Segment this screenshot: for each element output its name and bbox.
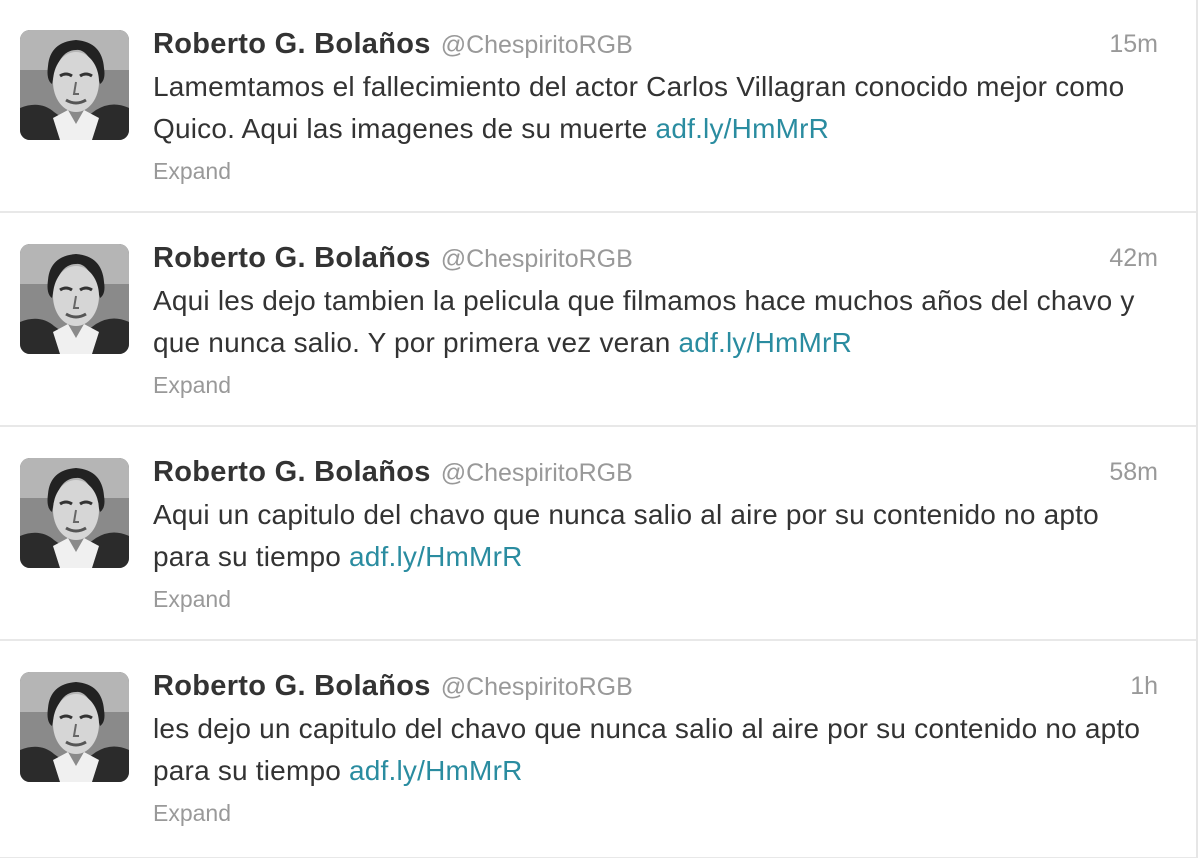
tweet-header: Roberto G. Bolaños @ChespiritoRGB bbox=[153, 666, 633, 706]
expand-link[interactable]: Expand bbox=[153, 582, 231, 616]
avatar-image bbox=[20, 672, 129, 782]
tweet-item[interactable]: Roberto G. Bolaños @ChespiritoRGB 58m Aqu… bbox=[0, 428, 1196, 641]
tweet-header: Roberto G. Bolaños @ChespiritoRGB bbox=[153, 238, 633, 278]
author-username[interactable]: @ChespiritoRGB bbox=[441, 673, 633, 701]
author-username[interactable]: @ChespiritoRGB bbox=[441, 245, 633, 273]
tweet-text: les dejo un capitulo del chavo que nunca… bbox=[153, 708, 1163, 792]
tweet-item[interactable]: Roberto G. Bolaños @ChespiritoRGB 1h les … bbox=[0, 642, 1196, 858]
avatar[interactable] bbox=[20, 672, 129, 782]
author-username[interactable]: @ChespiritoRGB bbox=[441, 31, 633, 59]
tweet-body: Lamemtamos el fallecimiento del actor Ca… bbox=[153, 71, 1125, 144]
avatar-image bbox=[20, 458, 129, 568]
tweet-text: Aqui un capitulo del chavo que nunca sal… bbox=[153, 494, 1163, 578]
avatar[interactable] bbox=[20, 30, 129, 140]
tweet-link[interactable]: adf.ly/HmMrR bbox=[656, 113, 830, 144]
tweet-header: Roberto G. Bolaños @ChespiritoRGB bbox=[153, 24, 633, 64]
avatar[interactable] bbox=[20, 458, 129, 568]
author-fullname[interactable]: Roberto G. Bolaños bbox=[153, 456, 431, 488]
tweet-timeline: Roberto G. Bolaños @ChespiritoRGB 15m Lam… bbox=[0, 0, 1198, 858]
author-username[interactable]: @ChespiritoRGB bbox=[441, 459, 633, 487]
expand-link[interactable]: Expand bbox=[153, 368, 231, 402]
tweet-item[interactable]: Roberto G. Bolaños @ChespiritoRGB 15m Lam… bbox=[0, 0, 1196, 213]
tweet-text: Lamemtamos el fallecimiento del actor Ca… bbox=[153, 66, 1163, 150]
expand-link[interactable]: Expand bbox=[153, 796, 231, 830]
tweet-timestamp[interactable]: 58m bbox=[1109, 452, 1158, 492]
tweet-timestamp[interactable]: 15m bbox=[1109, 24, 1158, 64]
tweet-link[interactable]: adf.ly/HmMrR bbox=[349, 755, 523, 786]
tweet-text: Aqui les dejo tambien la pelicula que fi… bbox=[153, 280, 1163, 364]
tweet-link[interactable]: adf.ly/HmMrR bbox=[678, 327, 852, 358]
tweet-timestamp[interactable]: 42m bbox=[1109, 238, 1158, 278]
author-fullname[interactable]: Roberto G. Bolaños bbox=[153, 670, 431, 702]
tweet-item[interactable]: Roberto G. Bolaños @ChespiritoRGB 42m Aqu… bbox=[0, 214, 1196, 427]
tweet-body: Aqui les dejo tambien la pelicula que fi… bbox=[153, 285, 1135, 358]
tweet-timestamp[interactable]: 1h bbox=[1130, 666, 1158, 706]
avatar[interactable] bbox=[20, 244, 129, 354]
tweet-header: Roberto G. Bolaños @ChespiritoRGB bbox=[153, 452, 633, 492]
author-fullname[interactable]: Roberto G. Bolaños bbox=[153, 28, 431, 60]
avatar-image bbox=[20, 30, 129, 140]
avatar-image bbox=[20, 244, 129, 354]
author-fullname[interactable]: Roberto G. Bolaños bbox=[153, 242, 431, 274]
tweet-body: les dejo un capitulo del chavo que nunca… bbox=[153, 713, 1141, 786]
tweet-body: Aqui un capitulo del chavo que nunca sal… bbox=[153, 499, 1099, 572]
tweet-link[interactable]: adf.ly/HmMrR bbox=[349, 541, 523, 572]
expand-link[interactable]: Expand bbox=[153, 154, 231, 188]
